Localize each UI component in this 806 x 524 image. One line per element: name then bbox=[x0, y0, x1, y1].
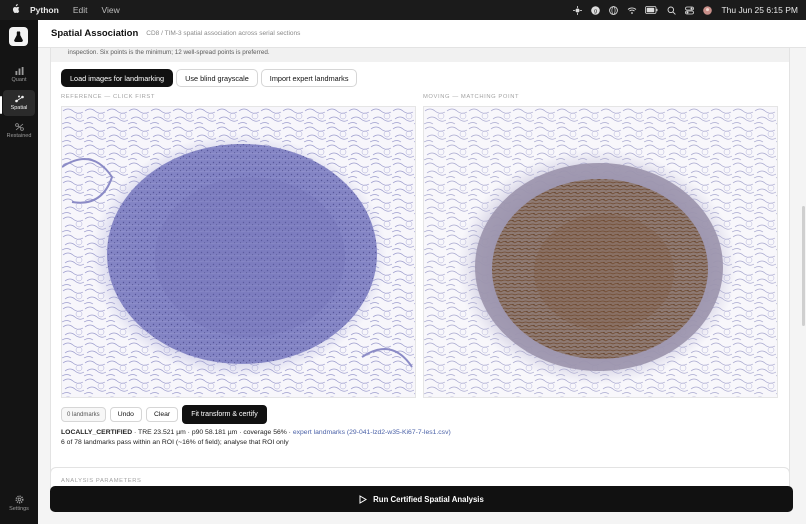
sidebar-item-label: Settings bbox=[9, 505, 29, 512]
user-icon[interactable] bbox=[703, 5, 713, 15]
sparkle-icon[interactable] bbox=[573, 5, 583, 15]
active-indicator bbox=[0, 96, 2, 114]
certification-status: LOCALLY_CERTIFIED · TRE 23.521 µm · p90 … bbox=[61, 429, 451, 436]
svg-text:g: g bbox=[594, 8, 597, 14]
load-images-button[interactable]: Load images for landmarking bbox=[61, 69, 174, 87]
clear-button[interactable]: Clear bbox=[145, 407, 179, 422]
blind-grayscale-button[interactable]: Use blind grayscale bbox=[176, 69, 258, 87]
fit-transform-button[interactable]: Fit transform & certify bbox=[182, 405, 267, 424]
run-analysis-label: Run Certified Spatial Analysis bbox=[373, 494, 484, 504]
moving-caption: MOVING — MATCHING POINT bbox=[423, 94, 520, 100]
control-center-icon[interactable] bbox=[685, 6, 695, 15]
sidebar-item-label: Restained bbox=[6, 133, 32, 139]
reference-caption: REFERENCE — CLICK FIRST bbox=[61, 94, 155, 100]
globe-icon[interactable] bbox=[609, 5, 619, 15]
sidebar-item-label: Spatial bbox=[10, 105, 28, 111]
breadcrumb: CD8 / TIM-3 spatial association across s… bbox=[146, 30, 301, 37]
landmark-source-buttons: Load images for landmarking Use blind gr… bbox=[61, 69, 358, 87]
menu-edit[interactable]: Edit bbox=[73, 5, 88, 15]
moving-image[interactable] bbox=[423, 106, 778, 398]
search-icon[interactable] bbox=[667, 6, 677, 15]
status-state: LOCALLY_CERTIFIED bbox=[61, 429, 133, 436]
apple-icon[interactable] bbox=[0, 3, 30, 17]
battery-icon[interactable] bbox=[645, 5, 658, 15]
sidebar-item-restained[interactable]: Restained bbox=[3, 118, 35, 144]
undo-button[interactable]: Undo bbox=[109, 407, 142, 422]
menu-bar: Python Edit View g Thu Jun 25 6:15 PM bbox=[0, 0, 806, 20]
restained-icon bbox=[14, 123, 24, 131]
play-icon bbox=[359, 494, 368, 504]
landmarking-card: inspection. Six points is the minimum; 1… bbox=[50, 48, 790, 479]
sidebar-item-spatial[interactable]: Spatial bbox=[3, 90, 35, 116]
landmark-count-badge: 0 landmarks bbox=[61, 407, 106, 422]
spatial-icon bbox=[14, 95, 24, 103]
section-label: ANALYSIS PARAMETERS bbox=[61, 478, 142, 484]
roi-summary: 6 of 78 landmarks pass within an ROI (~1… bbox=[61, 439, 289, 446]
reference-image[interactable] bbox=[61, 106, 416, 398]
page-title: Spatial Association bbox=[51, 28, 139, 39]
flask-icon bbox=[14, 31, 23, 42]
page-header: Spatial Association CD8 / TIM-3 spatial … bbox=[38, 20, 806, 48]
expert-landmarks-link[interactable]: expert landmarks (29-041-lzd2-w35-Ki67-7… bbox=[293, 429, 451, 436]
bar-chart-icon bbox=[15, 67, 23, 75]
vpn-icon[interactable]: g bbox=[591, 5, 601, 15]
sidebar-item-label: Quant bbox=[11, 77, 27, 83]
app-menu[interactable]: Python bbox=[30, 5, 59, 15]
gear-icon bbox=[14, 494, 24, 504]
import-landmarks-button[interactable]: Import expert landmarks bbox=[260, 69, 358, 87]
instruction-note: inspection. Six points is the minimum; 1… bbox=[51, 48, 789, 62]
landmark-toolbar: 0 landmarks Undo Clear Fit transform & c… bbox=[61, 405, 267, 424]
wifi-icon[interactable] bbox=[627, 6, 637, 15]
sidebar-item-quant[interactable]: Quant bbox=[3, 62, 35, 88]
app-logo[interactable] bbox=[9, 27, 28, 46]
menu-view[interactable]: View bbox=[101, 5, 119, 15]
sidebar-item-settings[interactable]: Settings bbox=[3, 490, 35, 516]
menu-clock[interactable]: Thu Jun 25 6:15 PM bbox=[721, 5, 798, 15]
app-window: Spatial Association CD8 / TIM-3 spatial … bbox=[38, 20, 806, 524]
status-metrics: · TRE 23.521 µm · p90 58.181 µm · covera… bbox=[132, 429, 293, 436]
sidebar-rail: Quant Spatial Restained Settings bbox=[0, 20, 38, 524]
scrollbar[interactable] bbox=[802, 206, 805, 326]
run-analysis-button[interactable]: Run Certified Spatial Analysis bbox=[50, 486, 793, 512]
